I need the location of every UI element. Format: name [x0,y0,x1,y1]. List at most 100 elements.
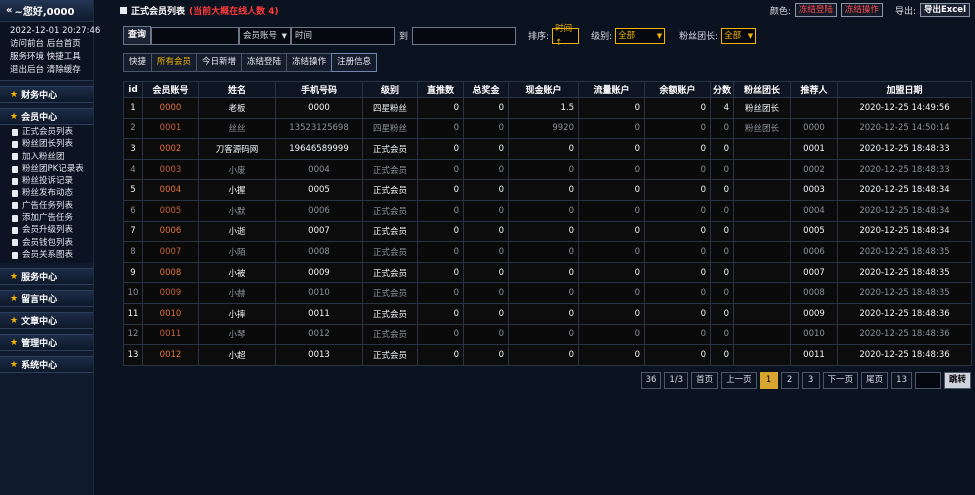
cell-account[interactable]: 0006 [142,220,199,243]
export-excel-button[interactable]: 导出Excel [919,3,970,17]
cell-bonus: 0 [463,158,509,181]
submenu-item-0[interactable]: 正式会员列表 [12,126,93,138]
tab-freeze-login[interactable]: 冻结登陆 [241,53,288,72]
page-jump-input[interactable] [914,372,941,389]
cell-direct: 0 [417,158,464,181]
end-time-input[interactable] [412,26,517,45]
submenu-item-5[interactable]: 粉丝发布动态 [12,187,93,199]
level-select[interactable]: 全部 ▼ [615,27,666,44]
table-row[interactable]: 8 0007 小陌 0008 正式会员 0 0 0 0 0 0 0006 2020-12-25 18:4… [123,241,972,263]
cell-id: 6 [123,199,143,222]
cell-traffic: 0 [578,302,645,325]
section-article[interactable]: ★ 文章中心 [0,312,93,330]
prev-page-button[interactable]: 上一页 [721,372,757,389]
first-page-button[interactable]: 首页 [691,372,719,389]
cell-account[interactable]: 0008 [142,261,199,284]
next-page-button[interactable]: 下一页 [822,372,859,389]
cell-id: 5 [123,179,143,201]
freeze-op-legend[interactable]: 冻结操作 [840,3,883,17]
fan-leader-label: 粉丝团长: [679,32,719,42]
cell-cash: 1.5 [508,97,579,119]
quick-links-row-3[interactable]: 退出后台 清除缓存 [10,64,93,77]
query-button[interactable]: 查询 [123,26,151,45]
keyword-input[interactable] [151,26,239,45]
submenu-item-6[interactable]: 广告任务列表 [12,200,93,212]
submenu-item-2[interactable]: 加入粉丝团 [12,151,93,163]
submenu-item-4[interactable]: 粉丝投诉记录 [12,175,93,187]
table-row[interactable]: 11 0010 小摔 0011 正式会员 0 0 0 0 0 0 0009 2020-12-25 18:… [123,302,972,325]
page-3-button[interactable]: 3 [801,372,820,389]
section-member[interactable]: ★ 会员中心 [0,108,93,125]
cell-account[interactable]: 0012 [142,344,199,366]
sort-select[interactable]: 时间↑ [552,24,580,48]
table-row[interactable]: 12 0011 小琴 0012 正式会员 0 0 0 0 0 0 0010 2020-12-25 18:… [123,323,972,346]
jump-button[interactable]: 跳转 [943,372,971,389]
table-row[interactable]: 10 0009 小赫 0010 正式会员 0 0 0 0 0 0 0008 2020-12-25 18:… [123,282,972,304]
submenu-item-10[interactable]: 会员关系图表 [12,249,93,261]
cell-level: 正式会员 [362,220,418,243]
table-row[interactable]: 9 0008 小被 0009 正式会员 0 0 0 0 0 0 0007 2020-12-25 18:4… [123,261,972,284]
tab-today-new[interactable]: 今日新增 [196,53,243,72]
section-finance[interactable]: ★ 财务中心 [0,86,93,103]
field-select[interactable]: 会员账号 ▼ [239,26,291,45]
submenu-item-1[interactable]: 粉丝团长列表 [12,138,93,150]
tab-quick[interactable]: 快捷 [123,53,153,72]
submenu-item-9[interactable]: 会员钱包列表 [12,237,93,249]
tab-register-info[interactable]: 注册信息 [331,53,378,72]
column-header-referrer: 推荐人 [790,81,838,98]
current-datetime: 2022-12-01 20:27:46 [10,26,101,36]
cell-level: 正式会员 [362,241,418,263]
table-row[interactable]: 7 0006 小逝 0007 正式会员 0 0 0 0 0 0 0005 2020-12-25 18:4… [123,220,972,243]
document-icon [12,153,18,161]
cell-account[interactable]: 0001 [142,117,199,140]
table-row[interactable]: 13 0012 小超 0013 正式会员 0 0 0 0 0 0 0011 2020-12-25 18:… [123,344,972,366]
cell-fan-leader: 粉丝团长 [733,97,791,119]
table-row[interactable]: 5 0004 小握 0005 正式会员 0 0 0 0 0 0 0003 2020-12-25 18:4… [123,179,972,201]
cell-account[interactable]: 0002 [142,138,199,160]
cell-account[interactable]: 0009 [142,282,199,304]
cell-phone: 0009 [275,261,363,284]
table-row[interactable]: 6 0005 小默 0006 正式会员 0 0 0 0 0 0 0004 2020-12-25 18:4… [123,199,972,222]
freeze-login-legend[interactable]: 冻结登陆 [794,3,837,17]
table-row[interactable]: 4 0003 小废 0004 正式会员 0 0 0 0 0 0 0002 2020-12-25 18:4… [123,158,972,181]
submenu-item-7[interactable]: 添加广告任务 [12,212,93,224]
cell-id: 11 [123,302,143,325]
section-label: 管理中心 [21,339,58,350]
table-row[interactable]: 3 0002 刀客源码网 19646589999 正式会员 0 0 0 0 0 0 0001 2020-… [123,138,972,160]
tab-freeze-op[interactable]: 冻结操作 [286,53,333,72]
cell-phone: 13523125698 [275,117,363,140]
page-2-button[interactable]: 2 [780,372,799,389]
last-page-button[interactable]: 尾页 [861,372,889,389]
cell-traffic: 0 [578,261,645,284]
cell-join-date: 2020-12-25 18:48:35 [837,282,972,304]
cell-account[interactable]: 0003 [142,158,199,181]
cell-account[interactable]: 0011 [142,323,199,346]
quick-links-row-2[interactable]: 服务环境 快捷工具 [10,51,93,64]
fan-leader-select[interactable]: 全部 ▼ [721,27,757,44]
collapse-icon[interactable]: « [6,5,12,16]
page-indicator: 1/3 [664,372,689,389]
section-service[interactable]: ★ 服务中心 [0,268,93,286]
cell-phone: 0006 [275,199,363,222]
submenu-item-8[interactable]: 会员升级列表 [12,224,93,236]
cell-account[interactable]: 0010 [142,302,199,325]
page-1-button[interactable]: 1 [759,372,778,389]
cell-account[interactable]: 0007 [142,241,199,263]
column-header-direct: 直推数 [417,81,464,98]
table-row[interactable]: 2 0001 丝丝 13523125698 四星粉丝 0 0 9920 0 0 0 粉丝团长 0000 2… [123,117,972,140]
cell-traffic: 0 [578,344,645,366]
section-manage[interactable]: ★ 管理中心 [0,334,93,352]
cell-account[interactable]: 0000 [142,97,199,119]
cell-id: 4 [123,158,143,181]
quick-links-row-1[interactable]: 访问前台 后台首页 [10,38,93,51]
section-message[interactable]: ★ 留言中心 [0,290,93,308]
cell-join-date: 2020-12-25 18:48:34 [837,199,972,222]
cell-account[interactable]: 0004 [142,179,199,201]
tab-all-members[interactable]: 所有会员 [151,53,198,72]
submenu-item-3[interactable]: 粉丝团PK记录表 [12,163,93,175]
start-time-input[interactable]: 时间 [291,26,395,45]
table-row[interactable]: 1 0000 老板 0000 四星粉丝 0 0 1.5 0 0 4 粉丝团长 2020-12-25 14… [123,97,972,119]
cell-account[interactable]: 0005 [142,199,199,222]
section-system[interactable]: ★ 系统中心 [0,356,93,374]
cell-level: 正式会员 [362,323,418,346]
